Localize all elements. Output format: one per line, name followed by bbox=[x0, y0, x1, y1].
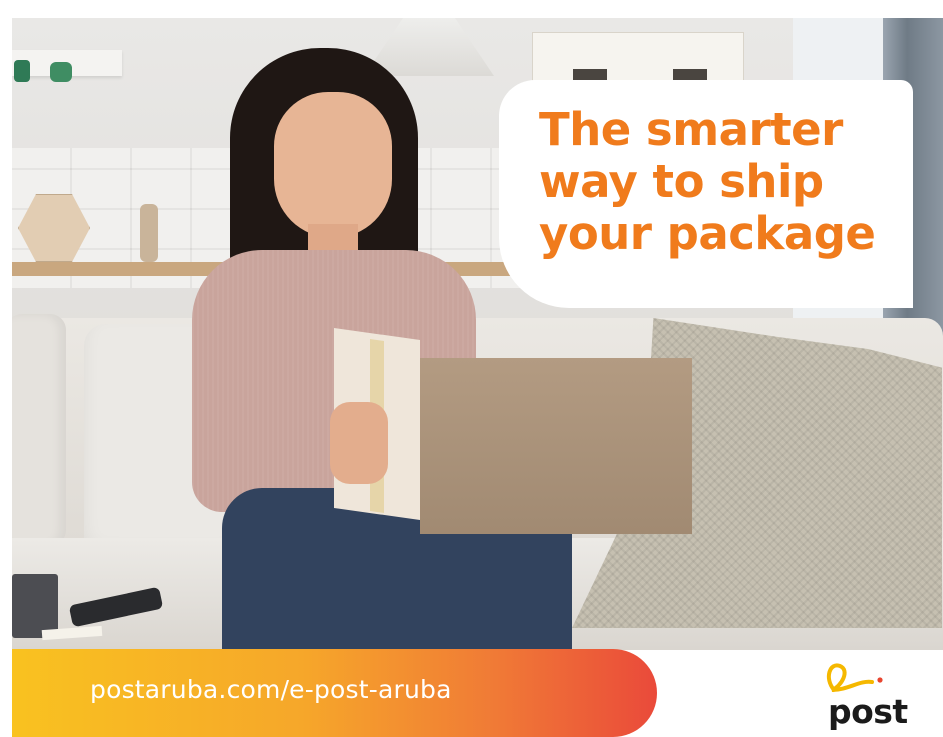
url-banner[interactable]: postaruba.com/e-post-aruba bbox=[12, 649, 657, 737]
person-hand bbox=[330, 402, 388, 484]
logo-wordmark: post bbox=[828, 692, 908, 731]
website-link[interactable]: postaruba.com/e-post-aruba bbox=[90, 675, 452, 704]
kitchen-shelf bbox=[12, 50, 122, 82]
headline-card: The smarter way to ship your package bbox=[499, 80, 913, 308]
jar bbox=[14, 60, 30, 82]
cardboard-box bbox=[334, 327, 694, 534]
sofa-cushion bbox=[12, 314, 66, 546]
headline: The smarter way to ship your package bbox=[539, 104, 913, 260]
box-side bbox=[420, 358, 692, 534]
headline-line: way to ship bbox=[539, 155, 824, 208]
vase bbox=[140, 204, 158, 262]
headline-line: The smarter bbox=[539, 103, 843, 156]
person-face bbox=[274, 92, 392, 238]
jar bbox=[50, 62, 72, 82]
post-logo: post bbox=[820, 656, 930, 732]
headline-line: your package bbox=[539, 207, 876, 260]
